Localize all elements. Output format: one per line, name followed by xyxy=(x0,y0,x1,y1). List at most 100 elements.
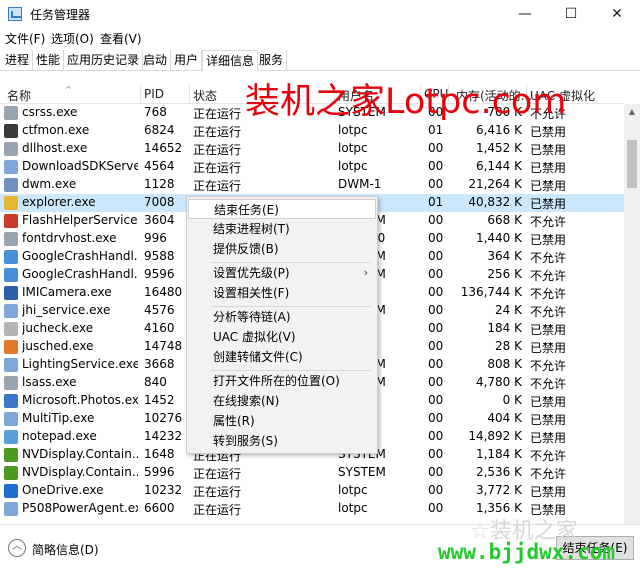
menu-end-process-tree[interactable]: 结束进程树(T) xyxy=(188,219,376,239)
process-memory: 1,184 K xyxy=(475,447,522,461)
process-cpu: 00 xyxy=(428,303,444,317)
table-row[interactable]: dwm.exe 1128 正在运行 DWM-1 00 21,264 K 已禁用 xyxy=(0,176,624,194)
process-status: 正在运行 xyxy=(193,467,242,481)
table-row[interactable]: dllhost.exe 14652 正在运行 lotpc 00 1,452 K 已禁用 xyxy=(0,140,624,158)
process-pid: 6600 xyxy=(144,501,175,515)
tab-startup[interactable]: 启动 xyxy=(140,50,172,71)
fewer-details-link[interactable]: 简略信息(D) xyxy=(32,541,99,558)
process-username: lotpc xyxy=(338,483,368,497)
watermark-bottom: www.bjjdwx.com xyxy=(438,540,616,564)
nvidia-icon xyxy=(4,448,18,462)
pen-icon xyxy=(4,124,18,138)
process-pid: 14232 xyxy=(144,429,183,443)
process-uac: 不允许 xyxy=(530,449,567,463)
process-memory: 21,264 K xyxy=(468,177,522,191)
system-process-icon xyxy=(4,376,18,390)
table-row[interactable]: NVDisplay.Contain... 5996 正在运行 SYSTEM 00 2,53… xyxy=(0,464,624,482)
menu-search-online[interactable]: 在线搜索(N) xyxy=(188,391,376,411)
menu-set-affinity[interactable]: 设置相关性(F) xyxy=(188,283,376,303)
menu-provide-feedback[interactable]: 提供反馈(B) xyxy=(188,239,376,259)
column-divider[interactable] xyxy=(189,84,190,104)
process-cpu: 00 xyxy=(428,213,444,227)
table-row[interactable]: OneDrive.exe 10232 正在运行 lotpc 00 3,772 K 已禁用 xyxy=(0,482,624,500)
flash-icon xyxy=(4,214,18,228)
process-memory: 0 K xyxy=(502,393,522,407)
process-name: GoogleCrashHandl... xyxy=(22,267,138,281)
process-pid: 14748 xyxy=(144,339,183,353)
process-cpu: 00 xyxy=(428,447,444,461)
close-button[interactable]: ✕ xyxy=(594,0,640,28)
notepad-icon xyxy=(4,430,18,444)
menu-properties[interactable]: 属性(R) xyxy=(188,411,376,431)
process-pid: 9596 xyxy=(144,267,175,281)
tab-processes[interactable]: 进程 xyxy=(2,50,34,71)
column-pid[interactable]: PID xyxy=(144,87,164,101)
process-uac: 不允许 xyxy=(530,215,567,229)
menu-set-priority-label: 设置优先级(P) xyxy=(213,266,290,280)
google-icon xyxy=(4,250,18,264)
process-pid: 10232 xyxy=(144,483,183,497)
process-uac: 已禁用 xyxy=(530,323,567,337)
process-cpu: 01 xyxy=(428,195,444,209)
tab-app-history[interactable]: 应用历史记录 xyxy=(64,50,144,71)
process-memory: 808 K xyxy=(487,357,522,371)
menu-go-to-services[interactable]: 转到服务(S) xyxy=(188,431,376,451)
process-name: GoogleCrashHandl... xyxy=(22,249,138,263)
tab-performance[interactable]: 性能 xyxy=(33,50,65,71)
process-uac: 已禁用 xyxy=(530,431,567,445)
vertical-scrollbar[interactable]: ▲ xyxy=(624,104,640,524)
scroll-up-arrow-icon[interactable]: ▲ xyxy=(624,104,640,120)
system-process-icon xyxy=(4,106,18,120)
tab-services[interactable]: 服务 xyxy=(256,50,288,71)
scroll-thumb[interactable] xyxy=(627,140,637,188)
minimize-button[interactable]: — xyxy=(502,0,548,28)
menu-end-task[interactable]: 结束任务(E) xyxy=(188,199,376,219)
column-name[interactable]: 名称 xyxy=(7,87,31,104)
process-uac: 不允许 xyxy=(530,359,567,373)
app-window-icon xyxy=(4,304,18,318)
process-uac: 不允许 xyxy=(530,467,567,481)
table-row[interactable]: DownloadSDKServe... 4564 正在运行 lotpc 00 6,144 … xyxy=(0,158,624,176)
process-name: P508PowerAgent.exe xyxy=(22,501,138,515)
process-pid: 768 xyxy=(144,105,167,119)
process-pid: 3604 xyxy=(144,213,175,227)
table-row[interactable]: ctfmon.exe 6824 正在运行 lotpc 01 6,416 K 已禁用 xyxy=(0,122,624,140)
process-username: DWM-1 xyxy=(338,177,382,191)
process-cpu: 00 xyxy=(428,159,444,173)
process-cpu: 01 xyxy=(428,123,444,137)
collapse-chevron-icon[interactable]: ︿ xyxy=(8,539,26,557)
menu-open-file-location[interactable]: 打开文件所在的位置(O) xyxy=(188,371,376,391)
process-name: ctfmon.exe xyxy=(22,123,90,137)
process-memory: 364 K xyxy=(487,249,522,263)
menu-analyze-wait-chain[interactable]: 分析等待链(A) xyxy=(188,307,376,327)
menu-options[interactable]: 选项(O) xyxy=(51,30,94,47)
process-uac: 已禁用 xyxy=(530,341,567,355)
process-name: OneDrive.exe xyxy=(22,483,104,497)
app-window-icon xyxy=(4,358,18,372)
process-name: notepad.exe xyxy=(22,429,97,443)
column-divider[interactable] xyxy=(140,84,141,104)
column-status[interactable]: 状态 xyxy=(193,87,217,104)
process-status: 正在运行 xyxy=(193,179,242,193)
process-memory: 40,832 K xyxy=(468,195,522,209)
menu-file[interactable]: 文件(F) xyxy=(5,30,45,47)
context-menu: 结束任务(E) 结束进程树(T) 提供反馈(B) 设置优先级(P) › 设置相关性… xyxy=(186,196,378,454)
tab-details[interactable]: 详细信息 xyxy=(202,50,259,72)
maximize-button[interactable]: ☐ xyxy=(548,0,594,28)
process-name: lsass.exe xyxy=(22,375,77,389)
menu-create-dump-file[interactable]: 创建转储文件(C) xyxy=(188,347,376,367)
process-pid: 14652 xyxy=(144,141,183,155)
process-uac: 不允许 xyxy=(530,269,567,283)
menu-view[interactable]: 查看(V) xyxy=(100,30,142,47)
process-memory: 404 K xyxy=(487,411,522,425)
menu-set-priority[interactable]: 设置优先级(P) › xyxy=(188,263,376,283)
process-memory: 4,780 K xyxy=(475,375,522,389)
tab-users[interactable]: 用户 xyxy=(171,50,203,71)
menu-uac-virtualization[interactable]: UAC 虚拟化(V) xyxy=(188,327,376,347)
process-memory: 256 K xyxy=(487,267,522,281)
process-name: Microsoft.Photos.exe xyxy=(22,393,138,407)
submenu-arrow-icon: › xyxy=(363,266,368,279)
process-name: IMICamera.exe xyxy=(22,285,112,299)
process-uac: 已禁用 xyxy=(530,197,567,211)
process-cpu: 00 xyxy=(428,357,444,371)
